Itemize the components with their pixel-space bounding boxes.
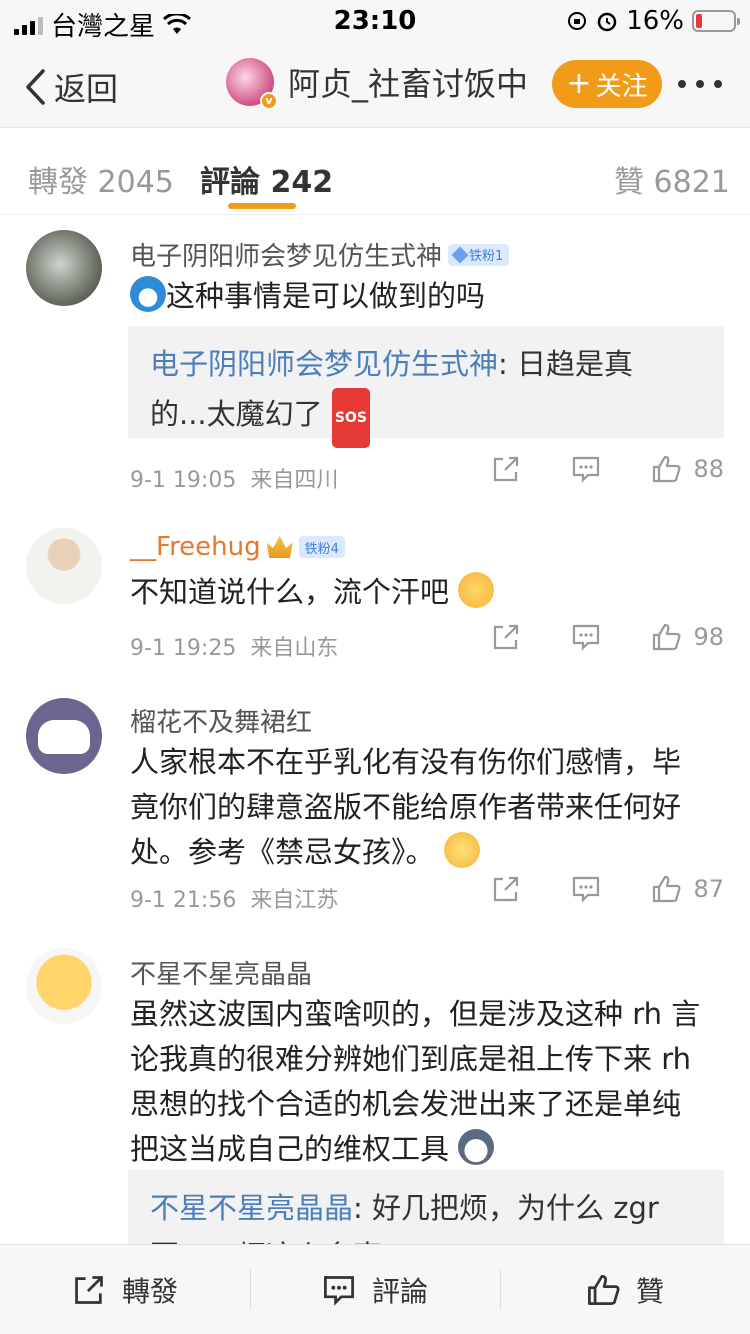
comment-text: 不知道说什么，流个汗吧 [130,570,714,615]
commenter-name[interactable]: 电子阴阳师会梦见仿生式神 [130,236,442,273]
commenter-avatar[interactable] [26,528,102,604]
follow-button[interactable]: + 关注 [552,60,662,108]
active-tab-indicator [228,203,296,209]
like-button[interactable]: 88 [651,454,724,484]
comment-text: 虽然这波国内蛮啥呗的，但是涉及这种 rh 言 论我真的很难分辨她们到底是祖上传下… [130,997,701,1166]
comment-time: 9-1 19:05 [130,468,237,493]
back-button[interactable]: 返回 [24,64,118,110]
sweat-emoji-icon [458,572,495,608]
follow-label: 关注 [595,71,648,102]
tab-likes[interactable]: 贊 6821 [614,157,730,201]
like-count: 88 [693,455,724,483]
nav-bar: 返回 v 阿贞_社畜讨饭中 + 关注 [0,40,750,128]
share-icon[interactable] [491,874,521,904]
reply-icon[interactable] [571,874,601,904]
comment-text: 人家根本不在乎乳化有没有伤你们感情，毕 竟你们的肆意盗版不能给原作者带来任何好 … [130,745,682,869]
husky-emoji-icon [458,1129,495,1165]
status-bar: 台灣之星 23:10 16% [0,0,750,42]
crown-icon [266,536,293,558]
chevron-left-icon [26,69,45,105]
author-avatar[interactable]: v [226,58,278,110]
commenter-name[interactable]: 榴花不及舞裙红 [130,702,312,739]
battery-percent: 16% [626,6,684,36]
share-icon [75,1275,103,1304]
rotation-lock-icon [568,12,587,30]
share-icon[interactable] [491,622,521,652]
comment-icon [324,1275,354,1306]
thumbs-up-icon [653,875,681,903]
alarm-icon [597,12,617,32]
comment-location: 来自四川 [250,468,339,493]
share-icon[interactable] [491,454,521,484]
like-count: 98 [693,623,724,651]
tab-comments[interactable]: 評論 242 [200,157,333,201]
smile-emoji-icon [443,832,480,868]
reply-icon[interactable] [571,622,601,652]
comment-location: 来自江苏 [250,888,339,913]
plus-icon: + [566,66,592,101]
verified-icon: v [260,92,278,110]
tab-reposts[interactable]: 轉發 2045 [28,157,174,201]
reply-quote[interactable]: 电子阴阳师会梦见仿生式神: 日趋是真 的...太魔幻了 SOS [128,326,724,448]
reply-icon[interactable] [571,454,601,484]
like-post-button[interactable]: 贊 [500,1245,750,1334]
reply-quote[interactable]: 不星不星亮晶晶: 好几把烦，为什么 zgr 要 tm 烦这么多事 [128,1170,724,1244]
commenter-name[interactable]: 不星不星亮晶晶 [130,954,312,991]
thumbs-up-icon [653,623,681,651]
back-label: 返回 [54,70,119,108]
commenter-name[interactable]: __Freehug [130,532,261,562]
like-button[interactable]: 98 [651,622,724,652]
repost-button[interactable]: 轉發 [0,1245,250,1334]
like-count: 87 [693,875,724,903]
tab-bar: 轉發 2045 評論 242 贊 6821 [0,129,750,215]
fan-badge[interactable]: 铁粉4 [298,536,345,558]
thumbs-up-icon [588,1274,620,1305]
comment-time: 9-1 21:56 [130,888,237,913]
reply-username[interactable]: 不星不星亮晶晶 [150,1191,353,1225]
battery-icon [692,10,740,32]
comment-button[interactable]: 評論 [250,1245,500,1334]
like-button[interactable]: 87 [651,874,724,904]
more-options-icon[interactable] [678,80,722,88]
thumbs-up-icon [653,455,681,483]
reply-username[interactable]: 电子阴阳师会梦见仿生式神 [150,347,498,381]
commenter-avatar[interactable] [26,698,102,774]
sos-emoji-icon: SOS [331,388,370,448]
author-name[interactable]: 阿贞_社畜讨饭中 [288,59,528,105]
comment-time: 9-1 19:25 [130,636,237,661]
comment-text: 这种事情是可以做到的吗 [130,274,714,319]
doraemon-emoji-icon [130,276,166,312]
fan-badge[interactable]: 铁粉1 [448,243,510,266]
profile-header[interactable]: v 阿贞_社畜讨饭中 [226,58,528,110]
commenter-avatar[interactable] [26,948,102,1024]
bottom-action-bar: 轉發 評論 贊 [0,1244,750,1334]
diamond-icon [451,246,469,263]
comment-location: 来自山东 [250,636,339,661]
commenter-avatar[interactable] [26,230,102,306]
